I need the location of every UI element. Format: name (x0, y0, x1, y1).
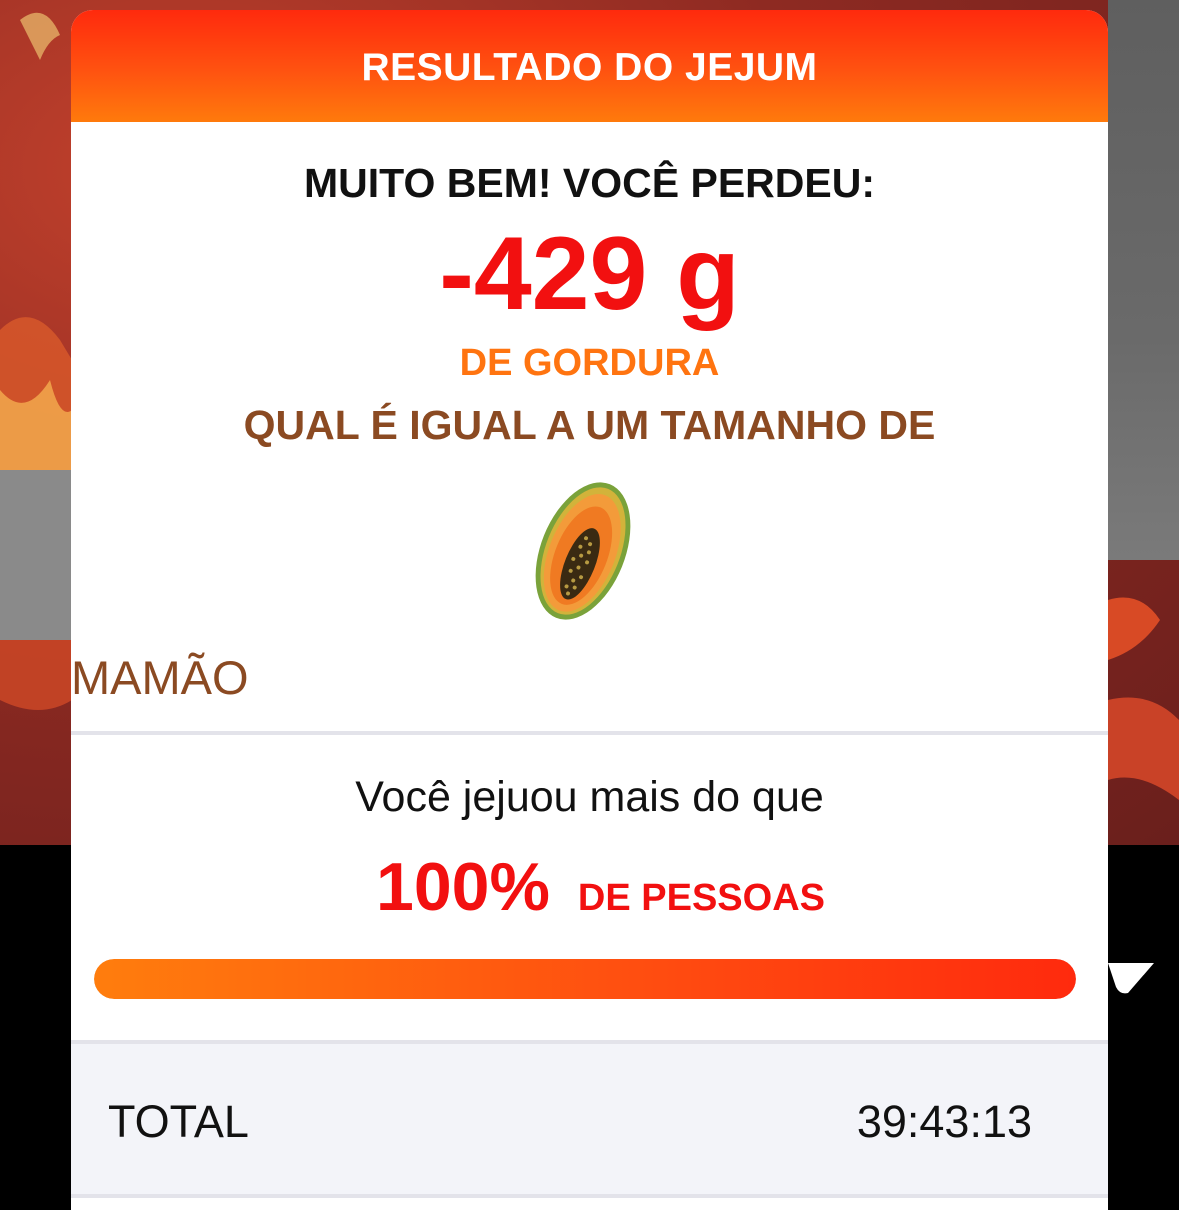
background-grey-panel-right (1108, 0, 1179, 560)
ranking-text: Você jejuou mais do que (355, 773, 824, 821)
papaya-icon (535, 482, 631, 620)
fruit-name: MAMÃO (71, 651, 249, 704)
total-duration-row: TOTAL 39:43:13 (71, 1044, 1108, 1194)
ranking-percent-suffix: DE PESSOAS (577, 877, 825, 919)
divider (71, 731, 1108, 735)
ranking-percent-row: 100% DE PESSOAS (376, 848, 825, 926)
result-headline: MUITO BEM! VOCÊ PERDEU: (304, 160, 875, 206)
fat-lost-amount: -429 g (439, 216, 740, 332)
tooltip-pointer-icon (1108, 963, 1154, 994)
ranking-progress-bar (94, 959, 1076, 999)
modal-title: RESULTADO DO JEJUM (361, 46, 818, 89)
fat-unit-label: DE GORDURA (459, 342, 720, 384)
comparison-label: QUAL É IGUAL A UM TAMANHO DE (243, 402, 936, 448)
modal-header: RESULTADO DO JEJUM (71, 10, 1108, 122)
background-grey-panel-left (0, 470, 72, 640)
fasting-result-modal: RESULTADO DO JEJUM MUITO BEM! VOCÊ PERDE… (71, 10, 1108, 1210)
ranking-progress-fill (94, 959, 1076, 999)
total-duration-value: 39:43:13 (856, 1096, 1032, 1147)
divider (71, 1194, 1108, 1198)
total-label: TOTAL (108, 1096, 249, 1147)
result-section: MUITO BEM! VOCÊ PERDEU: -429 g DE GORDUR… (71, 122, 1108, 733)
ranking-percent-value: 100% (376, 849, 550, 925)
